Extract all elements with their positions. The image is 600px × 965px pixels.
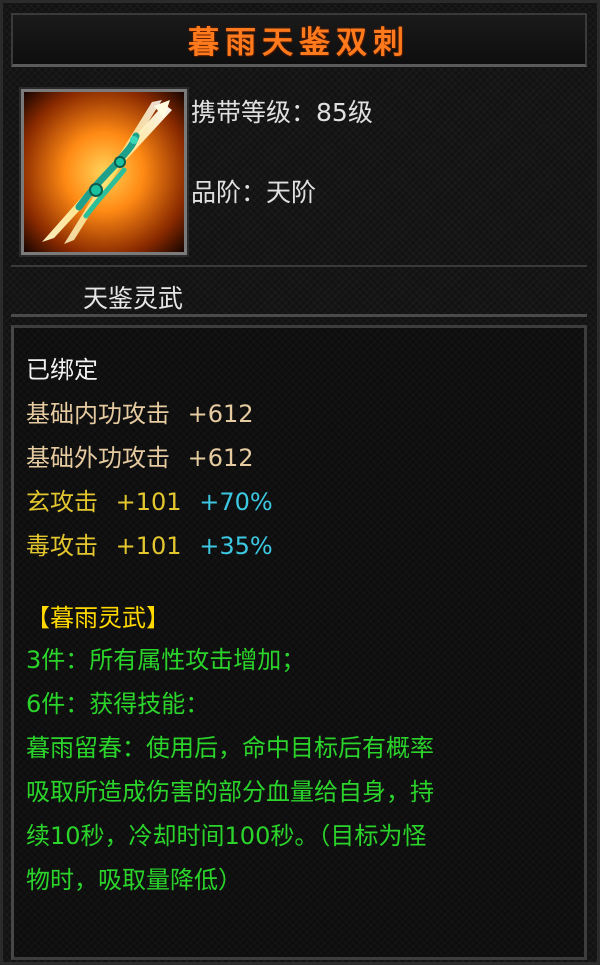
stat-row: 基础外功攻击 +612 — [26, 438, 254, 473]
stat-label: 玄攻击 — [26, 488, 98, 516]
stat-value: +612 — [187, 400, 254, 428]
stat-value: +612 — [187, 444, 254, 472]
stat-row: 玄攻击 +101 +70% — [26, 482, 273, 517]
stat-bonus: +35% — [199, 532, 273, 560]
stat-label: 基础外功攻击 — [26, 444, 170, 472]
twin-daggers-weapon-icon[interactable] — [19, 87, 189, 257]
set-line: 物时，吸取量降低） — [26, 866, 242, 894]
stat-bonus: +70% — [199, 488, 273, 516]
set-line: 3件：所有属性攻击增加； — [26, 646, 306, 674]
item-details: 已绑定 基础内功攻击 +612 基础外功攻击 +612 玄攻击 +101 +70… — [11, 325, 587, 960]
set-line: 暮雨留春：使用后，命中目标后有概率 — [26, 734, 434, 762]
stat-value: +101 — [115, 532, 182, 560]
stat-label: 基础内功攻击 — [26, 400, 170, 428]
stat-row: 基础内功攻击 +612 — [26, 394, 254, 429]
set-line: 吸取所造成伤害的部分血量给自身，持 — [26, 778, 434, 806]
bound-status: 已绑定 — [26, 356, 98, 384]
item-title-bar: 暮雨天鉴双刺 — [11, 13, 587, 67]
item-name: 暮雨天鉴双刺 — [188, 25, 410, 61]
set-line: 6件：获得技能： — [26, 690, 210, 718]
carry-level-label: 携带等级： — [191, 98, 317, 127]
stat-row: 毒攻击 +101 +35% — [26, 526, 273, 561]
stat-label: 毒攻击 — [26, 532, 98, 560]
stat-value: +101 — [115, 488, 182, 516]
set-name: 【暮雨灵武】 — [26, 604, 170, 632]
item-category: 天鉴灵武 — [83, 284, 184, 313]
carry-level-value: 85级 — [316, 98, 373, 127]
grade-label: 品阶： — [191, 178, 267, 207]
grade-row: 品阶：天阶 — [191, 173, 316, 209]
item-tooltip-panel: 暮雨天鉴双刺 携带等级：85级 品阶：天阶 天鉴灵武 已绑定 基础内功攻击 +6… — [0, 0, 600, 965]
item-category-bar: 天鉴灵武 — [11, 271, 587, 317]
set-line: 续10秒，冷却时间100秒。（目标为怪 — [26, 822, 427, 850]
item-header: 携带等级：85级 品阶：天阶 — [11, 71, 587, 267]
carry-level-row: 携带等级：85级 — [191, 93, 373, 129]
grade-value: 天阶 — [266, 178, 317, 207]
